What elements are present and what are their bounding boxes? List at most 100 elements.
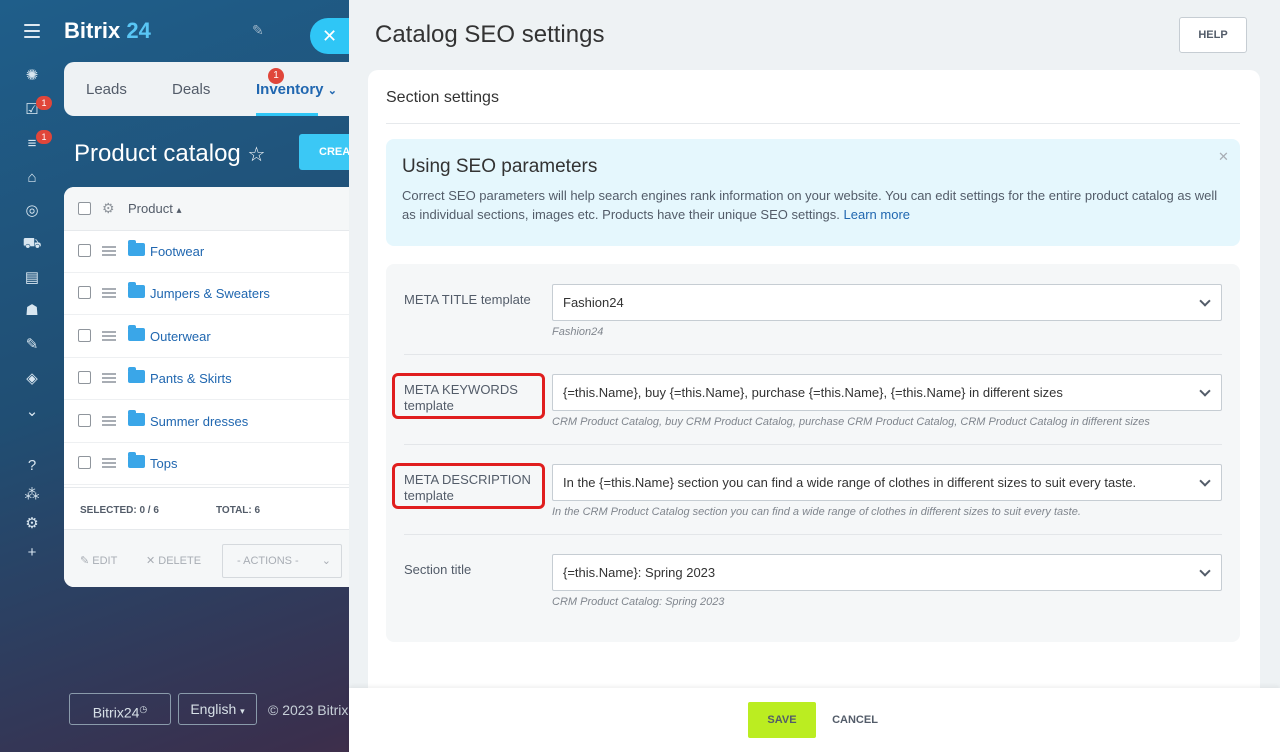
- learn-more-link[interactable]: Learn more: [844, 207, 910, 222]
- slider-footer: SAVE CANCEL: [349, 688, 1280, 752]
- select-all-checkbox[interactable]: [78, 202, 91, 215]
- drag-handle-icon[interactable]: [102, 288, 116, 298]
- brand-logo[interactable]: Bitrix 24: [64, 18, 151, 44]
- meta-description-value: In the {=this.Name} section you can find…: [563, 475, 1137, 490]
- drag-handle-icon[interactable]: [102, 458, 116, 468]
- brand-main: Bitrix: [64, 18, 121, 43]
- cart-icon[interactable]: ⛟: [22, 234, 42, 254]
- row-checkbox[interactable]: [78, 244, 91, 257]
- meta-keywords-label: META KEYWORDS template: [392, 373, 545, 419]
- meta-keywords-value: {=this.Name}, buy {=this.Name}, purchase…: [563, 385, 1063, 400]
- product-grid: ⚙ Product ▴ Footwear Jumpers & Sweaters …: [64, 187, 364, 587]
- delete-label: DELETE: [158, 555, 202, 567]
- copyright-text: © 2023 Bitrix: [268, 702, 349, 718]
- row-label[interactable]: Tops: [150, 456, 177, 471]
- tab-leads[interactable]: Leads: [86, 81, 127, 98]
- folder-icon: [128, 240, 145, 256]
- meta-description-select[interactable]: In the {=this.Name} section you can find…: [552, 464, 1222, 501]
- bitrix24-button[interactable]: Bitrix24◷: [69, 693, 171, 725]
- contact-card-icon[interactable]: ▤: [22, 268, 42, 288]
- close-slider-button[interactable]: ✕: [310, 18, 354, 54]
- bitrix24-label: Bitrix24: [92, 704, 140, 721]
- row-label[interactable]: Pants & Skirts: [150, 371, 232, 386]
- section-title-value: {=this.Name}: Spring 2023: [563, 565, 716, 580]
- edit-button[interactable]: ✎ EDIT: [80, 554, 117, 567]
- folder-icon: [128, 452, 145, 468]
- actions-select[interactable]: - ACTIONS - ⌄: [222, 544, 342, 578]
- help-button[interactable]: HELP: [1179, 17, 1247, 53]
- more-icon[interactable]: ⌄: [22, 402, 42, 422]
- table-row[interactable]: Outerwear: [64, 316, 364, 358]
- row-checkbox[interactable]: [78, 329, 91, 342]
- row-checkbox[interactable]: [78, 414, 91, 427]
- actions-label: - ACTIONS -: [237, 555, 299, 567]
- section-title-hint: CRM Product Catalog: Spring 2023: [552, 596, 725, 608]
- menu-icon[interactable]: [24, 24, 40, 38]
- delete-button[interactable]: ✕ DELETE: [146, 554, 201, 567]
- column-product[interactable]: Product ▴: [128, 201, 181, 216]
- table-row[interactable]: Footwear: [64, 231, 364, 273]
- language-label: English: [190, 701, 237, 717]
- table-row[interactable]: Tops: [64, 443, 364, 485]
- selected-count: SELECTED: 0 / 6: [80, 505, 159, 516]
- language-button[interactable]: English ▾: [178, 693, 257, 725]
- gear-icon[interactable]: ⚙: [102, 200, 115, 217]
- row-label[interactable]: Outerwear: [150, 329, 211, 344]
- grid-action-panel: ✎ EDIT ✕ DELETE - ACTIONS - ⌄: [64, 529, 364, 587]
- sign-icon[interactable]: ✎: [22, 335, 42, 355]
- add-icon[interactable]: +: [22, 543, 42, 563]
- close-icon[interactable]: ✕: [1218, 149, 1229, 165]
- drag-handle-icon[interactable]: [102, 373, 116, 383]
- bank-icon[interactable]: ⌂: [22, 168, 42, 188]
- row-label[interactable]: Jumpers & Sweaters: [150, 286, 270, 301]
- active-tab-underline: [256, 113, 318, 116]
- row-checkbox[interactable]: [78, 456, 91, 469]
- settings-icon[interactable]: ⚙: [22, 514, 42, 534]
- target-icon[interactable]: ◎: [22, 201, 42, 221]
- drag-handle-icon[interactable]: [102, 246, 116, 256]
- table-row[interactable]: Pants & Skirts: [64, 358, 364, 400]
- grid-footer: SELECTED: 0 / 6 TOTAL: 6: [64, 487, 364, 529]
- chevron-down-icon: [1199, 295, 1211, 307]
- tasks-badge: 1: [36, 96, 52, 110]
- pencil-icon: ✎: [80, 555, 90, 567]
- column-product-label: Product: [128, 201, 173, 216]
- box-icon[interactable]: ◈: [22, 369, 42, 389]
- folder-icon: [128, 367, 145, 383]
- drag-handle-icon[interactable]: [102, 416, 116, 426]
- seo-form: META TITLE template Fashion24 Fashion24 …: [386, 264, 1240, 642]
- help-icon[interactable]: ?: [22, 456, 42, 476]
- edit-label: EDIT: [92, 555, 118, 567]
- meta-description-label: META DESCRIPTION template: [392, 463, 545, 509]
- save-button[interactable]: SAVE: [748, 702, 816, 738]
- chevron-down-icon: [1199, 475, 1211, 487]
- row-checkbox[interactable]: [78, 286, 91, 299]
- top-nav: Leads Deals 1 Inventory ⌄: [64, 62, 364, 116]
- row-label[interactable]: Summer dresses: [150, 414, 248, 429]
- folder-icon: [128, 325, 145, 341]
- meta-description-hint: In the CRM Product Catalog section you c…: [552, 506, 1081, 518]
- meta-keywords-select[interactable]: {=this.Name}, buy {=this.Name}, purchase…: [552, 374, 1222, 411]
- robot-icon[interactable]: ☗: [22, 301, 42, 321]
- drag-handle-icon[interactable]: [102, 331, 116, 341]
- seo-info-box: Using SEO parameters Correct SEO paramet…: [386, 139, 1240, 246]
- table-row[interactable]: Jumpers & Sweaters: [64, 273, 364, 315]
- row-label[interactable]: Footwear: [150, 244, 204, 259]
- folder-icon: [128, 282, 145, 298]
- star-icon[interactable]: ☆: [247, 144, 265, 166]
- meta-title-label: META TITLE template: [404, 292, 531, 307]
- table-row[interactable]: Summer dresses: [64, 401, 364, 443]
- row-checkbox[interactable]: [78, 371, 91, 384]
- divider: [404, 354, 1222, 355]
- section-title-select[interactable]: {=this.Name}: Spring 2023: [552, 554, 1222, 591]
- activity-icon[interactable]: ✺: [22, 66, 42, 86]
- meta-title-select[interactable]: Fashion24: [552, 284, 1222, 321]
- tab-deals[interactable]: Deals: [172, 81, 210, 98]
- cancel-button[interactable]: CANCEL: [825, 702, 885, 738]
- tab-inventory[interactable]: Inventory ⌄: [256, 81, 337, 98]
- info-text: Correct SEO parameters will help search …: [402, 186, 1222, 224]
- sort-up-icon: ▴: [176, 205, 182, 216]
- structure-icon[interactable]: ⁂: [22, 485, 42, 505]
- divider: [404, 534, 1222, 535]
- pencil-icon[interactable]: ✎: [252, 22, 264, 39]
